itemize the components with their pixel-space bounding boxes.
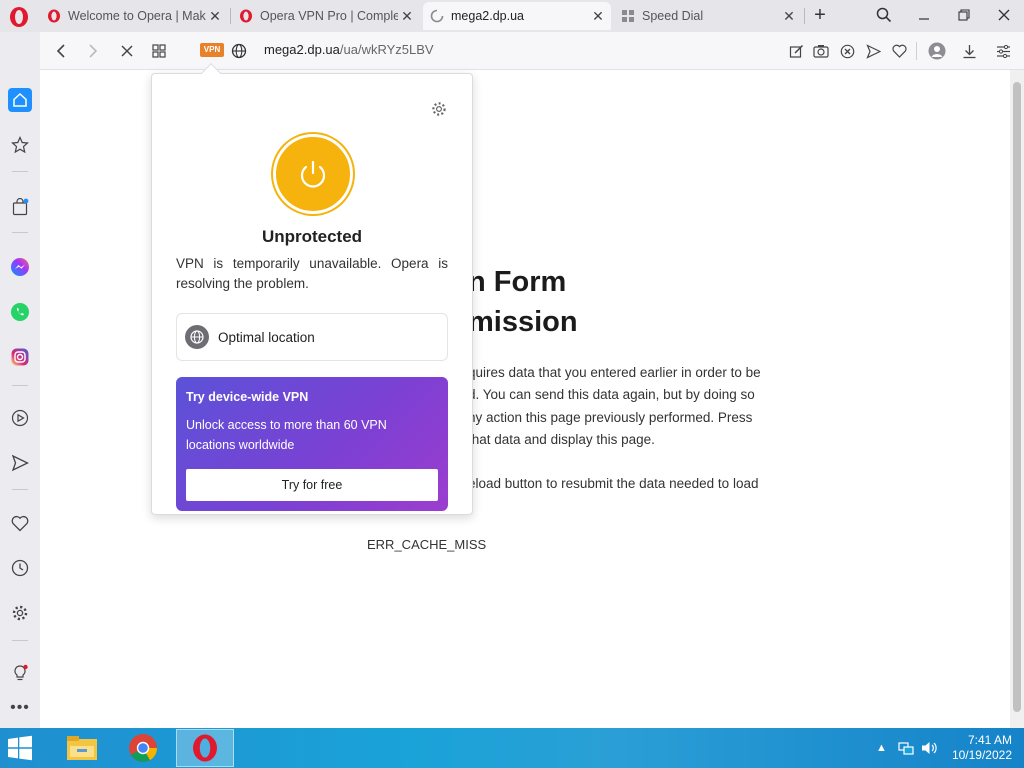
power-icon	[300, 160, 326, 188]
messenger-icon[interactable]	[8, 255, 32, 279]
tab-speed-dial[interactable]: Speed Dial ✕	[614, 2, 802, 30]
tab-title: Speed Dial	[642, 9, 704, 23]
page-text: ny action this page previously performed…	[468, 410, 753, 425]
more-icon[interactable]: •••	[8, 696, 32, 720]
player-icon[interactable]	[8, 406, 32, 430]
globe-icon	[185, 325, 209, 349]
close-tab-icon[interactable]: ✕	[589, 8, 607, 25]
opera-icon	[46, 8, 62, 24]
clock-time: 7:41 AM	[967, 733, 1012, 747]
vpn-message: VPN is temporarily unavailable. Opera is…	[176, 256, 448, 291]
globe-icon[interactable]	[228, 40, 250, 62]
vpn-badge-button[interactable]: VPN	[200, 43, 224, 57]
tab-title: mega2.dp.ua	[451, 9, 524, 23]
vpn-status: Unprotected	[261, 227, 363, 246]
page-heading-line2: mission	[468, 306, 578, 338]
edit-icon[interactable]	[786, 41, 806, 61]
tab-title: Opera VPN Pro | Complet	[260, 9, 398, 23]
shopping-bag-icon[interactable]	[8, 195, 32, 219]
tab-mega2[interactable]: mega2.dp.ua ✕	[423, 2, 611, 30]
location-selector[interactable]: Optimal location	[176, 313, 448, 361]
search-tabs-icon[interactable]	[864, 0, 904, 30]
file-explorer-icon[interactable]	[53, 729, 111, 767]
heart-icon[interactable]	[8, 511, 32, 535]
close-tab-icon[interactable]: ✕	[398, 8, 416, 25]
windows-start-icon[interactable]	[0, 729, 45, 767]
taskbar: ▲ 7:41 AM 10/19/2022	[0, 728, 1024, 768]
tab-strip: Welcome to Opera | Make ✕ Opera VPN Pro …	[0, 0, 1024, 32]
ad-blocker-icon[interactable]	[837, 41, 857, 61]
page-text: quires data that you entered earlier in …	[468, 365, 761, 380]
gear-icon[interactable]	[430, 100, 448, 118]
page-heading-line1: n Form	[468, 266, 567, 298]
settings-gear-icon[interactable]	[8, 601, 32, 625]
try-for-free-button[interactable]: Try for free	[186, 469, 438, 501]
opera-menu-icon[interactable]	[8, 6, 30, 28]
scrollbar-thumb[interactable]	[1013, 82, 1021, 712]
tab-grid-icon[interactable]	[148, 40, 170, 62]
restore-button[interactable]	[944, 0, 984, 30]
page-text: that data and display this page.	[468, 432, 655, 447]
vpn-popup: Unprotected VPN is temporarily unavailab…	[151, 63, 473, 515]
send-icon[interactable]	[8, 451, 32, 475]
system-clock[interactable]: 7:41 AM 10/19/2022	[952, 733, 1012, 763]
clock-date: 10/19/2022	[951, 748, 1012, 762]
tab-welcome[interactable]: Welcome to Opera | Make ✕	[40, 2, 228, 30]
error-code: ERR_CACHE_MISS	[367, 537, 487, 552]
speed-dial-icon	[620, 8, 636, 24]
url-path: /ua/wkRYz5LBV	[339, 42, 434, 57]
star-icon[interactable]	[8, 133, 32, 157]
vpn-power-button[interactable]	[273, 134, 353, 214]
heart-icon[interactable]	[889, 41, 909, 61]
profile-icon[interactable]	[927, 41, 947, 61]
url-field[interactable]: mega2.dp.ua/ua/wkRYz5LBV	[264, 42, 434, 57]
scrollbar[interactable]	[1010, 70, 1024, 728]
easy-setup-icon[interactable]	[993, 41, 1013, 61]
send-icon[interactable]	[863, 41, 883, 61]
close-tab-icon[interactable]: ✕	[780, 8, 798, 25]
tab-title: Welcome to Opera | Make	[68, 9, 206, 23]
instagram-icon[interactable]	[8, 345, 32, 369]
location-label: Optimal location	[218, 329, 315, 345]
new-tab-button[interactable]: +	[800, 0, 840, 30]
download-icon[interactable]	[959, 41, 979, 61]
show-hidden-icons[interactable]: ▲	[876, 728, 887, 768]
network-icon[interactable]	[898, 728, 914, 768]
forward-button[interactable]	[82, 40, 104, 62]
promo-title: Try device-wide VPN	[186, 390, 309, 404]
tab-opera-vpn[interactable]: Opera VPN Pro | Complet ✕	[232, 2, 420, 30]
url-host: mega2.dp.ua	[264, 42, 340, 57]
close-tab-icon[interactable]: ✕	[206, 8, 224, 25]
opera-taskbar-icon[interactable]	[176, 729, 234, 767]
chrome-icon[interactable]	[114, 729, 172, 767]
whatsapp-icon[interactable]	[8, 300, 32, 324]
promo-description: Unlock access to more than 60 VPN locati…	[186, 418, 387, 452]
stop-loading-button[interactable]	[116, 40, 138, 62]
minimize-button[interactable]	[904, 0, 944, 30]
back-button[interactable]	[50, 40, 72, 62]
address-bar: VPN mega2.dp.ua/ua/wkRYz5LBV	[40, 32, 1024, 70]
opera-icon	[238, 8, 254, 24]
home-icon[interactable]	[8, 88, 32, 112]
sidebar: •••	[0, 32, 40, 728]
page-text: eload button to resubmit the data needed…	[468, 476, 759, 491]
history-clock-icon[interactable]	[8, 556, 32, 580]
close-window-button[interactable]	[984, 0, 1024, 30]
vpn-promo-card: Try device-wide VPN Unlock access to mor…	[176, 377, 448, 511]
page-text: d. You can send this data again, but by …	[468, 387, 755, 402]
loading-icon	[429, 8, 445, 24]
camera-icon[interactable]	[811, 41, 831, 61]
volume-icon[interactable]	[921, 728, 939, 768]
lightbulb-icon[interactable]	[8, 661, 32, 685]
